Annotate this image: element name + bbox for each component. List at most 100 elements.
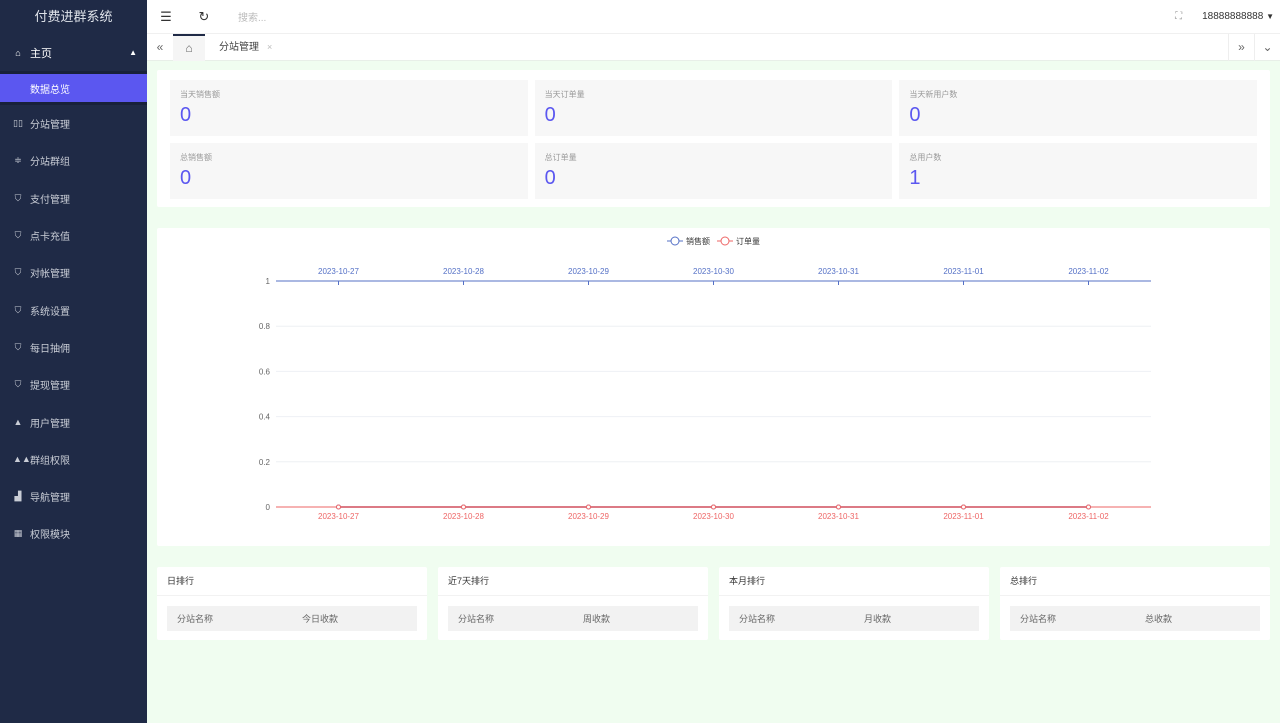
stat-card: 总销售额 0 — [170, 143, 528, 199]
sidebar-item-4[interactable]: ⛉ 点卡充值 — [0, 217, 147, 254]
column-header: 分站名称 — [1020, 614, 1057, 624]
x-tick-label-top: 2023-10-29 — [568, 267, 609, 276]
scroll-left-icon[interactable]: « — [147, 34, 173, 61]
caret-up-icon: ▲ — [129, 48, 137, 57]
header: ☰ ↻ 搜索... ⛶ 18888888888 ▼ — [147, 0, 1280, 34]
sidebar-item-6[interactable]: ⛉ 系统设置 — [0, 291, 147, 328]
x-tick-label-top: 2023-10-30 — [693, 267, 734, 276]
ranking-title: 日排行 — [157, 567, 427, 596]
ranking-title: 近7天排行 — [438, 567, 708, 596]
stats-panel: 当天销售额 0 当天订单量 0 当天新用户数 0 总销售额 0 总订单量 0 总用户数 1 — [157, 70, 1270, 207]
stat-label: 当天订单量 — [544, 90, 585, 99]
data-point[interactable] — [961, 504, 966, 510]
sliders-icon: ≑ — [14, 155, 22, 166]
x-tick-label-bottom: 2023-11-01 — [943, 512, 984, 521]
sidebar-item-3[interactable]: ⛉ 支付管理 — [0, 180, 147, 217]
stat-card: 当天订单量 0 — [534, 80, 893, 136]
sidebar-item-1[interactable]: ▯▯ 分站管理 — [0, 105, 147, 142]
column-header: 分站名称 — [177, 614, 214, 624]
column-header: 月收款 — [864, 614, 892, 624]
table-header: 分站名称 月收款 — [729, 606, 979, 631]
chart-icon: ▟ — [14, 491, 22, 502]
stat-card: 总用户数 1 — [899, 143, 1257, 199]
grid-icon: ▦ — [13, 528, 23, 539]
data-point[interactable] — [461, 504, 466, 510]
data-point[interactable] — [1086, 504, 1091, 510]
stat-label: 总销售额 — [180, 153, 212, 162]
sidebar-item-label: 对帐管理 — [30, 269, 70, 281]
sidebar-item-10[interactable]: ▲▲ 群组权限 — [0, 441, 147, 478]
legend-marker[interactable] — [670, 236, 680, 246]
column-header: 分站名称 — [458, 614, 495, 624]
x-tick-label-top: 2023-10-31 — [818, 267, 859, 276]
y-tick-label: 0.8 — [259, 322, 271, 331]
y-tick-label: 0.4 — [259, 413, 271, 422]
sidebar-item-home[interactable]: ⌂ 主页 ▲ — [0, 34, 147, 71]
ranking-card: 近7天排行分站名称 周收款 — [438, 567, 708, 640]
sidebar-item-12[interactable]: ▦ 权限模块 — [0, 515, 147, 552]
x-tick-label-top: 2023-10-27 — [318, 267, 359, 276]
users-icon: ▲▲ — [13, 454, 31, 465]
x-tick-label-bottom: 2023-10-31 — [818, 512, 859, 521]
user-icon: ▲ — [13, 417, 23, 428]
user-menu[interactable]: 18888888888 ▼ — [1202, 11, 1274, 22]
ranking-card: 本月排行 分站名称 月收款 — [719, 567, 989, 640]
column-header: 周收款 — [583, 614, 611, 624]
stat-label: 当天新用户数 — [909, 90, 958, 99]
stat-value: 0 — [180, 167, 192, 189]
tab-substation[interactable]: 分站管理 × — [205, 34, 282, 61]
legend-label[interactable]: 销售额 — [686, 236, 710, 246]
sidebar-item-5[interactable]: ⛉ 对帐管理 — [0, 254, 147, 291]
data-point[interactable] — [836, 504, 841, 510]
stat-value: 0 — [544, 167, 556, 189]
table-header: 分站名称 周收款 — [448, 606, 698, 631]
shield-check-icon: ⛉ — [14, 379, 22, 390]
legend-marker[interactable] — [720, 236, 730, 246]
legend-label[interactable]: 订单量 — [736, 236, 760, 246]
stat-label: 总用户数 — [909, 153, 942, 162]
sidebar-item-7[interactable]: ⛉ 每日抽佣 — [0, 329, 147, 366]
sidebar-item-label: 分站管理 — [30, 120, 70, 132]
sidebar-item-11[interactable]: ▟ 导航管理 — [0, 478, 147, 515]
sidebar-item-9[interactable]: ▲ 用户管理 — [0, 403, 147, 440]
table-header: 分站名称 总收款 — [1010, 606, 1260, 631]
sidebar-item-label: 数据总览 — [30, 84, 70, 96]
tab-bar: « ⌂ 分站管理 × » ⌄ — [147, 33, 1280, 61]
close-icon[interactable]: × — [267, 42, 272, 52]
search-input[interactable]: 搜索... — [238, 9, 266, 24]
tab-label: 分站管理 — [219, 41, 259, 53]
sidebar-item-2[interactable]: ≑ 分站群组 — [0, 142, 147, 179]
data-point[interactable] — [711, 504, 716, 510]
sidebar-item-overview[interactable]: 数据总览 — [0, 74, 147, 102]
shield-check-icon: ⛉ — [14, 267, 22, 278]
refresh-icon[interactable]: ↻ — [185, 9, 223, 25]
chevron-down-icon[interactable]: ⌄ — [1254, 33, 1280, 61]
sidebar-item-label: 群组权限 — [30, 455, 70, 467]
sidebar-item-label: 提现管理 — [30, 381, 70, 393]
app-title: 付费进群系统 — [34, 9, 113, 24]
stat-value: 1 — [909, 167, 921, 189]
tab-home[interactable]: ⌂ — [173, 33, 205, 61]
menu-toggle-icon[interactable]: ☰ — [147, 9, 185, 25]
username: 18888888888 — [1202, 11, 1264, 22]
sidebar: 付费进群系统 ⌂ 主页 ▲ 数据总览 ▯▯ 分站管理 ≑ 分站群组 ⛉ 支付管理 ⛉ 点卡充值… — [0, 0, 147, 723]
sidebar-item-8[interactable]: ⛉ 提现管理 — [0, 366, 147, 403]
ranking-title: 总排行 — [1000, 567, 1270, 596]
stat-card: 当天销售额 0 — [170, 80, 528, 136]
sidebar-item-label: 支付管理 — [30, 194, 70, 206]
x-tick-label-bottom: 2023-10-29 — [568, 512, 609, 521]
y-tick-label: 0 — [266, 503, 271, 512]
columns-icon: ▯▯ — [13, 118, 23, 129]
x-tick-label-top: 2023-11-01 — [943, 267, 984, 276]
data-point[interactable] — [336, 504, 341, 510]
scroll-right-icon[interactable]: » — [1228, 33, 1254, 61]
fullscreen-icon[interactable]: ⛶ — [1175, 11, 1182, 22]
y-tick-label: 0.2 — [259, 458, 271, 467]
x-tick-label-bottom: 2023-11-02 — [1068, 512, 1109, 521]
x-tick-label-top: 2023-10-28 — [443, 267, 484, 276]
stat-value: 0 — [909, 104, 921, 126]
column-header: 分站名称 — [739, 614, 776, 624]
data-point[interactable] — [586, 504, 591, 510]
sidebar-item-label: 每日抽佣 — [30, 343, 70, 355]
sidebar-item-label: 主页 — [30, 47, 52, 60]
